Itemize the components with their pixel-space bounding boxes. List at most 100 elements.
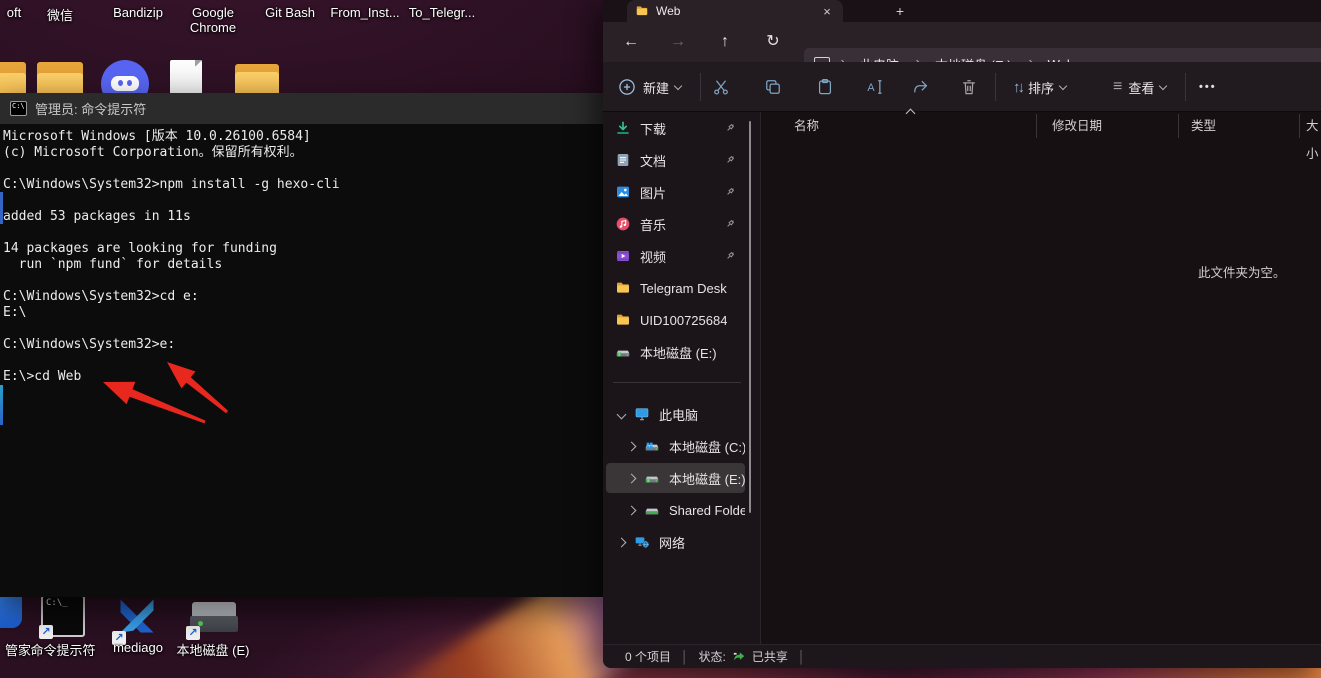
folder-icon <box>615 280 631 296</box>
desktop-icon-guanjia[interactable]: 管家 <box>5 640 31 659</box>
sidebar-item-label: 此电脑 <box>659 405 698 424</box>
sidebar-item-documents[interactable]: 文档 <box>606 145 745 175</box>
status-separator: │ <box>798 650 806 664</box>
column-header-size[interactable]: 大小 <box>1306 112 1321 140</box>
sidebar-item-label: 本地磁盘 (E:) <box>640 343 717 362</box>
sidebar-item-label: 本地磁盘 (C:) <box>669 437 745 456</box>
pin-icon <box>724 185 737 198</box>
document-icon <box>615 152 631 168</box>
sidebar-item-drive-e-pinned[interactable]: 本地磁盘 (E:) <box>606 337 745 367</box>
sidebar-item-label: UID100725684 <box>640 313 727 328</box>
desktop-icon-cmd[interactable]: 命令提示符 <box>30 640 95 659</box>
new-tab-button[interactable]: + <box>891 3 909 21</box>
chevron-right-icon[interactable] <box>627 505 637 515</box>
chevron-down-icon <box>1159 81 1167 89</box>
view-button[interactable]: ≡ 查看 <box>1113 74 1166 100</box>
tab-web[interactable]: Web × <box>627 0 843 22</box>
desktop-icon-wechat[interactable]: 微信 <box>47 5 73 24</box>
rename-button[interactable] <box>864 74 884 100</box>
chevron-right-icon[interactable] <box>627 473 637 483</box>
mediago-icon[interactable]: ↗ <box>114 594 160 643</box>
sidebar-item-drive-c[interactable]: 本地磁盘 (C:) <box>606 431 745 461</box>
desktop-icon-chrome[interactable]: Google Chrome <box>190 5 236 35</box>
desktop-icon-to-telegram[interactable]: To_Telegr... <box>409 5 476 20</box>
tab-title: Web <box>656 4 680 18</box>
terminal-output[interactable]: Microsoft Windows [版本 10.0.26100.6584] (… <box>3 129 340 385</box>
pin-icon <box>724 217 737 230</box>
copy-button[interactable] <box>763 74 783 100</box>
sidebar-item-videos[interactable]: 视频 <box>606 241 745 271</box>
sidebar-item-drive-e[interactable]: 本地磁盘 (E:) <box>606 463 745 493</box>
item-count: 0 个项目 <box>625 648 671 665</box>
column-header-type[interactable]: 类型 <box>1191 112 1216 140</box>
cmd-shortcut-icon[interactable]: ↗ <box>41 595 85 637</box>
shared-icon <box>732 650 746 664</box>
new-button[interactable]: 新建 <box>617 74 681 100</box>
sort-button[interactable]: ↑↓ 排序 <box>1013 74 1066 100</box>
cmd-titlebar[interactable]: 管理员: 命令提示符 <box>0 93 603 124</box>
desktop-icon-bandizip[interactable]: Bandizip <box>113 5 163 20</box>
sidebar-item-pictures[interactable]: 图片 <box>606 177 745 207</box>
new-button-label: 新建 <box>643 78 669 97</box>
toolbar-separator <box>1185 73 1186 101</box>
desktop: A oft 微信 Bandizip Google Chrome Gi <box>0 0 1321 678</box>
folder-icon <box>615 312 631 328</box>
forward-button[interactable]: → <box>666 30 690 54</box>
sidebar-item-uid-folder[interactable]: UID100725684 <box>606 305 745 335</box>
cut-button[interactable] <box>711 74 731 100</box>
desktop-icon-gitbash[interactable]: Git Bash <box>265 5 315 20</box>
chevron-down-icon[interactable] <box>617 409 627 419</box>
sidebar-item-this-pc[interactable]: 此电脑 <box>606 399 745 429</box>
paste-button[interactable] <box>815 74 835 100</box>
toolbar-separator <box>995 73 996 101</box>
more-options-button[interactable]: ••• <box>1199 74 1217 100</box>
new-plus-icon <box>617 77 637 97</box>
refresh-button[interactable]: ↻ <box>761 30 785 54</box>
tab-strip: Web × + <box>603 0 1321 22</box>
cmd-window: 管理员: 命令提示符 Microsoft Windows [版本 10.0.26… <box>0 93 603 597</box>
chevron-right-icon[interactable] <box>617 537 627 547</box>
drive-c-icon <box>644 438 660 454</box>
chevron-right-icon[interactable] <box>627 441 637 451</box>
tab-close-icon[interactable]: × <box>819 4 835 19</box>
sidebar-scrollbar[interactable] <box>749 121 751 513</box>
sidebar-item-network[interactable]: 网络 <box>606 527 745 557</box>
pin-icon <box>724 249 737 262</box>
desktop-icon-label[interactable]: oft <box>7 5 21 20</box>
toolbar-separator <box>700 73 701 101</box>
column-header-date[interactable]: 修改日期 <box>1052 112 1102 140</box>
sidebar-item-label: 视频 <box>640 247 666 266</box>
column-header-name[interactable]: 名称 <box>794 112 819 140</box>
sidebar-item-downloads[interactable]: 下载 <box>606 113 745 143</box>
column-separator[interactable] <box>1036 114 1037 138</box>
column-separator[interactable] <box>1299 114 1300 138</box>
sidebar-item-music[interactable]: 音乐 <box>606 209 745 239</box>
sidebar-item-telegram-desktop[interactable]: Telegram Desk <box>606 273 745 303</box>
share-button[interactable] <box>911 74 931 100</box>
pin-icon <box>724 121 737 134</box>
sidebar-item-shared-folders[interactable]: Shared Folde <box>606 495 745 525</box>
back-button[interactable]: ← <box>619 30 643 54</box>
delete-button[interactable] <box>959 74 979 100</box>
cmd-window-icon <box>10 101 27 116</box>
drive-e-shortcut-icon[interactable]: ↗ <box>188 596 240 638</box>
up-button[interactable]: ↑ <box>713 30 737 54</box>
column-separator[interactable] <box>1178 114 1179 138</box>
desktop-icon-drive-e[interactable]: 本地磁盘 (E) <box>177 640 250 659</box>
edge-sliver <box>0 385 3 425</box>
navigation-bar: ← → ↑ ↻ 此电脑 本地磁盘 (E:) Web <box>603 22 1321 62</box>
shared-status: 已共享 <box>752 648 788 665</box>
edge-sliver <box>0 192 3 224</box>
sort-arrows-icon: ↑↓ <box>1013 79 1022 96</box>
music-icon <box>615 216 631 232</box>
download-icon <box>615 120 631 136</box>
shortcut-arrow-icon: ↗ <box>39 625 53 639</box>
sidebar-item-label: 下载 <box>640 119 666 138</box>
desktop-icon-mediago[interactable]: mediago <box>113 640 163 655</box>
drive-e-icon <box>644 470 660 486</box>
sidebar-item-label: 音乐 <box>640 215 666 234</box>
status-label: 状态: <box>699 648 726 665</box>
file-explorer-window: Web × + ← → ↑ ↻ 此电脑 本地磁盘 (E:) Web <box>603 0 1321 668</box>
sidebar-divider <box>613 382 741 383</box>
desktop-icon-from-inst[interactable]: From_Inst... <box>330 5 399 20</box>
